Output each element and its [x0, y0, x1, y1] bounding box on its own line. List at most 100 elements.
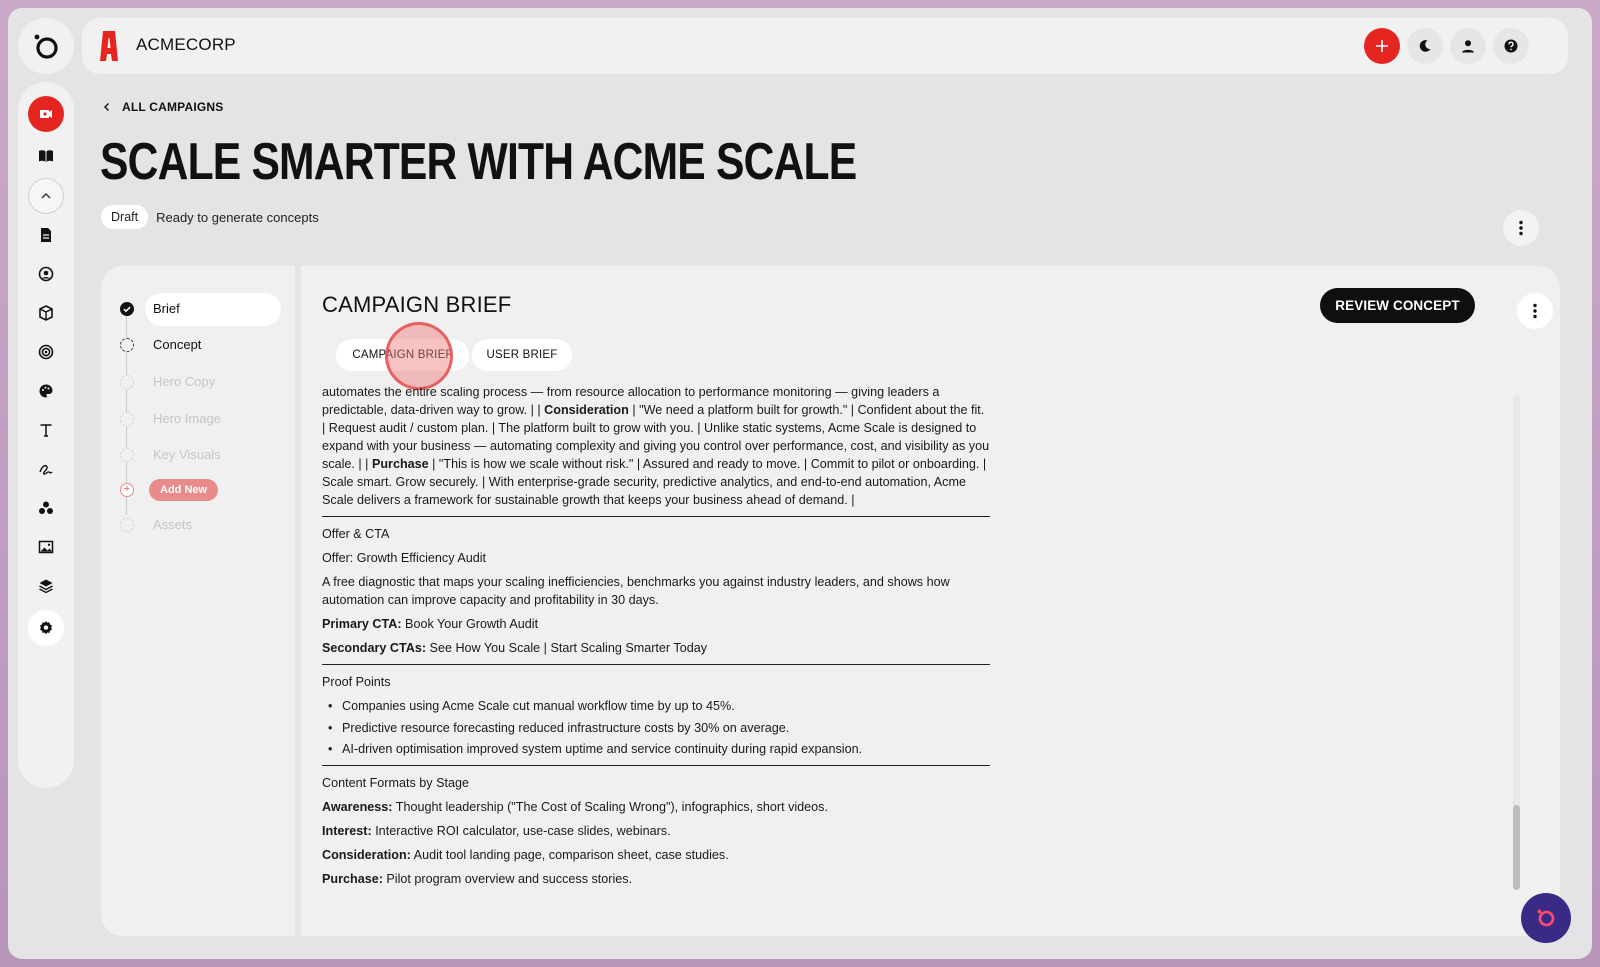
- campaigns-icon: [40, 110, 52, 118]
- format-row: Consideration: Audit tool landing page, …: [322, 846, 990, 864]
- sidebar-item-documents[interactable]: [28, 217, 64, 253]
- secondary-ctas: Secondary CTAs: See How You Scale | Star…: [322, 639, 990, 657]
- journey-stage-label: Purchase: [371, 457, 429, 471]
- sidebar-item-goals[interactable]: [28, 334, 64, 370]
- tab-user-brief[interactable]: USER BRIEF: [472, 339, 572, 371]
- scrollbar-thumb[interactable]: [1513, 805, 1520, 890]
- brief-content: automates the entire scaling process — f…: [322, 387, 990, 922]
- proof-heading: Proof Points: [322, 675, 391, 689]
- help-icon: [1504, 39, 1518, 53]
- book-icon: [39, 150, 53, 162]
- cube-icon: [39, 305, 53, 321]
- audience-icon: [39, 501, 53, 514]
- moon-icon: [1419, 40, 1431, 52]
- theme-toggle-button[interactable]: [1407, 28, 1443, 64]
- primary-cta-label: Primary CTA:: [322, 617, 402, 631]
- sidebar-item-layers[interactable]: [28, 568, 64, 604]
- format-stage-label: Interest:: [322, 824, 372, 838]
- sidebar-item-typography[interactable]: [28, 412, 64, 448]
- secondary-cta-value: See How You Scale | Start Scaling Smarte…: [429, 641, 708, 655]
- sidebar-item-products[interactable]: [28, 295, 64, 331]
- format-row: Interest: Interactive ROI calculator, us…: [322, 822, 990, 840]
- proof-list: Companies using Acme Scale cut manual wo…: [322, 697, 990, 758]
- app-logo-icon: [34, 34, 58, 59]
- journey-stage-label: Consideration: [544, 403, 629, 417]
- formats-heading: Content Formats by Stage: [322, 776, 469, 790]
- offer-description: A free diagnostic that maps your scaling…: [322, 575, 950, 607]
- assistant-chat-button[interactable]: [1521, 893, 1571, 943]
- sidebar-collapse-toggle[interactable]: [28, 178, 64, 214]
- format-stage-label: Consideration:: [322, 848, 411, 862]
- step-label: Hero Copy: [153, 374, 216, 389]
- layers-icon: [39, 579, 53, 594]
- section-divider: [322, 664, 990, 665]
- typography-icon: [40, 424, 52, 437]
- list-item: Companies using Acme Scale cut manual wo…: [322, 697, 990, 715]
- step-label: Hero Image: [153, 411, 221, 426]
- section-title: CAMPAIGN BRIEF: [322, 292, 512, 317]
- format-row: Purchase: Pilot program overview and suc…: [322, 870, 990, 888]
- primary-cta-value: Book Your Growth Audit: [405, 617, 539, 631]
- brief-more-button[interactable]: [1517, 293, 1553, 329]
- brand-name: ACMECORP: [136, 35, 236, 54]
- journey-paragraph: automates the entire scaling process — f…: [322, 387, 990, 509]
- image-icon: [38, 540, 54, 554]
- pending-icon: [120, 518, 134, 532]
- add-new-step-button[interactable]: Add New: [149, 479, 219, 501]
- plus-circle-icon: +: [120, 483, 134, 497]
- settings-icon: [40, 621, 52, 635]
- format-stage-value: Audit tool landing page, comparison shee…: [413, 848, 729, 862]
- brand-logo: [100, 30, 118, 67]
- chevron-left-icon: [104, 103, 109, 111]
- format-stage-value: Interactive ROI calculator, use-case sli…: [375, 824, 671, 838]
- section-divider: [322, 765, 990, 766]
- check-icon: [120, 302, 134, 316]
- primary-cta: Primary CTA: Book Your Growth Audit: [322, 615, 990, 633]
- sidebar-item-settings[interactable]: [28, 610, 64, 646]
- back-link-label: ALL CAMPAIGNS: [122, 100, 224, 114]
- plus-icon: [1376, 40, 1388, 52]
- section-divider: [322, 516, 990, 517]
- back-to-campaigns-link[interactable]: ALL CAMPAIGNS: [102, 100, 224, 114]
- document-icon: [41, 228, 51, 242]
- step-label: Brief: [153, 301, 180, 316]
- step-label: Concept: [153, 337, 202, 352]
- steps-panel: [101, 266, 295, 936]
- review-concept-button[interactable]: REVIEW CONCEPT: [1320, 288, 1475, 323]
- top-bar: ACMECORP: [82, 18, 1568, 74]
- offer-title: Offer: Growth Efficiency Audit: [322, 551, 487, 565]
- sidebar-item-signature[interactable]: [28, 451, 64, 487]
- app-logo[interactable]: [18, 18, 74, 74]
- secondary-cta-label: Secondary CTAs:: [322, 641, 427, 655]
- format-stage-label: Awareness:: [322, 800, 393, 814]
- sidebar-item-audiences[interactable]: [28, 490, 64, 526]
- help-button[interactable]: [1493, 28, 1529, 64]
- more-vertical-icon: [1533, 303, 1537, 319]
- tab-campaign-brief[interactable]: CAMPAIGN BRIEF: [336, 339, 469, 371]
- sidebar-item-brand-style[interactable]: [28, 373, 64, 409]
- format-stage-value: Pilot program overview and success stori…: [386, 872, 633, 886]
- user-icon: [1462, 40, 1474, 53]
- chevron-up-icon: [41, 193, 51, 199]
- list-item: AI-driven optimisation improved system u…: [322, 740, 990, 758]
- sidebar-item-images[interactable]: [28, 529, 64, 565]
- pending-icon: [120, 448, 134, 462]
- format-stage-value: Thought leadership ("The Cost of Scaling…: [395, 800, 828, 814]
- status-row: Draft Ready to generate concepts: [101, 205, 319, 229]
- pending-icon: [120, 412, 134, 426]
- campaign-more-button[interactable]: [1503, 210, 1539, 246]
- sidebar-item-library[interactable]: [28, 138, 64, 174]
- status-text: Ready to generate concepts: [156, 209, 319, 225]
- palette-icon: [39, 384, 53, 398]
- status-badge: Draft: [101, 205, 149, 229]
- signature-icon: [39, 464, 53, 475]
- sidebar-item-campaigns[interactable]: [28, 96, 64, 132]
- sidebar-item-personas[interactable]: [28, 256, 64, 292]
- pending-icon: [120, 375, 134, 389]
- sidebar-rail: [18, 82, 74, 788]
- create-button[interactable]: [1364, 28, 1400, 64]
- pending-icon: [120, 338, 134, 352]
- profile-button[interactable]: [1450, 28, 1486, 64]
- acme-logo-icon: [100, 31, 118, 61]
- assistant-icon: [1537, 909, 1555, 927]
